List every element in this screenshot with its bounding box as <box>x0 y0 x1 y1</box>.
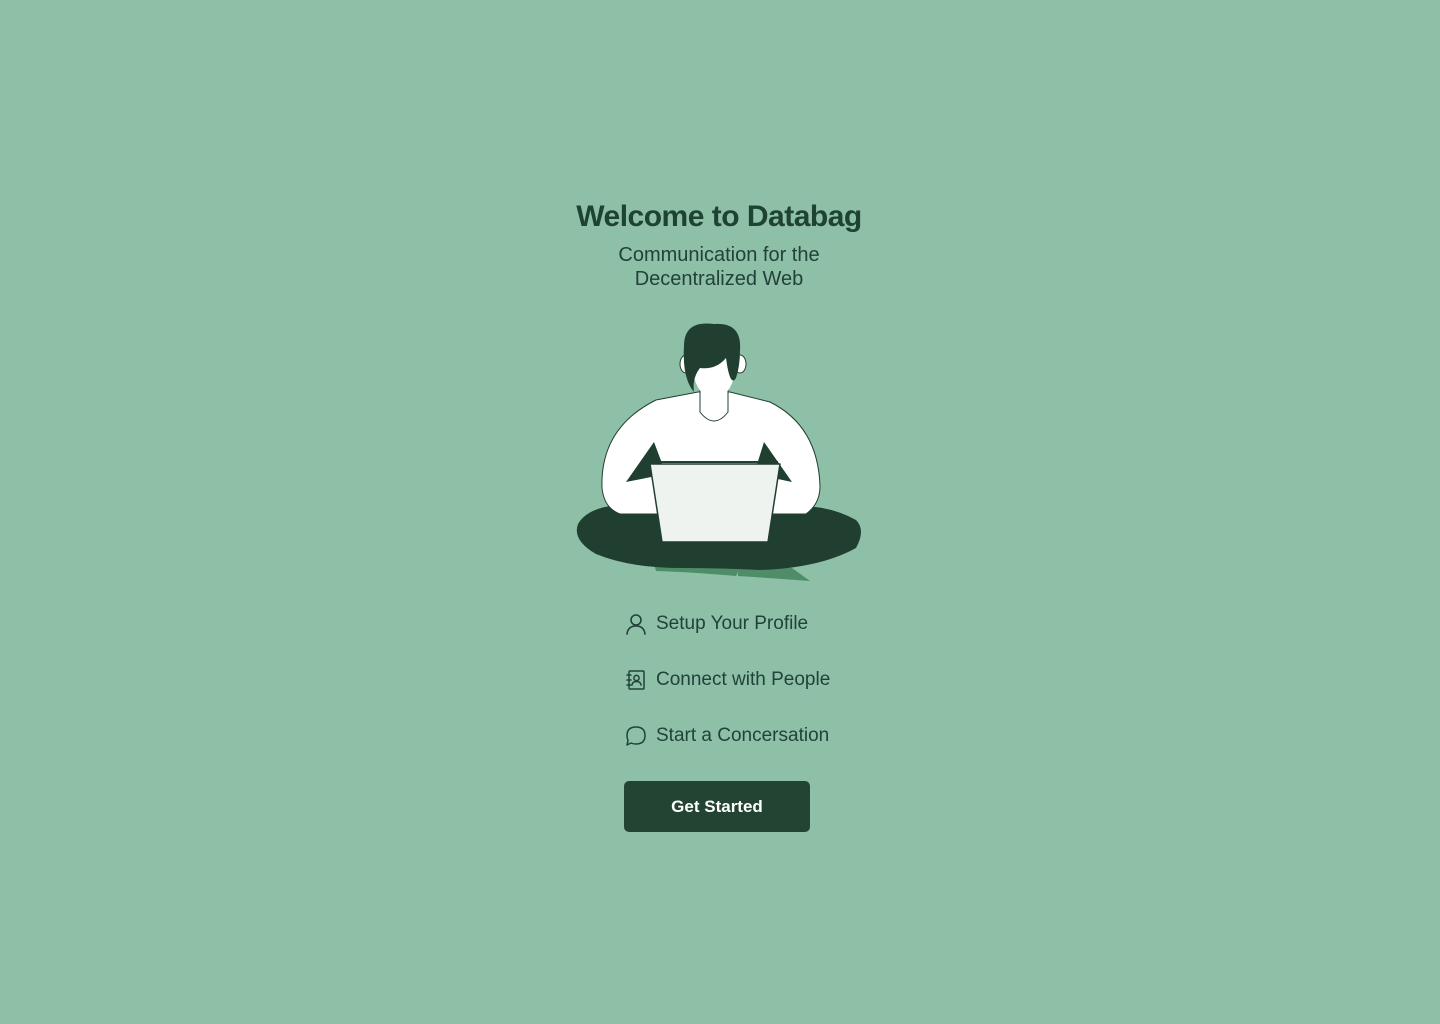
feature-list: Setup Your Profile Connect with People S… <box>624 607 884 775</box>
feature-connect-people[interactable]: Connect with People <box>624 663 884 697</box>
subtitle-line-2: Decentralized Web <box>634 268 804 290</box>
page-subtitle: Communication for the Decentralized Web <box>0 243 1438 291</box>
get-started-button[interactable]: Get Started <box>624 781 810 832</box>
feature-setup-profile[interactable]: Setup Your Profile <box>624 607 884 641</box>
contact-book-icon <box>624 668 648 692</box>
chat-bubble-icon <box>624 724 648 748</box>
feature-label: Start a Concersation <box>656 725 830 746</box>
feature-label: Setup Your Profile <box>656 613 809 634</box>
page-title: Welcome to Databag <box>576 200 862 233</box>
welcome-screen: Welcome to Databag Communication for the… <box>0 0 1440 1024</box>
subtitle-line-1: Communication for the <box>618 244 820 266</box>
person-with-laptop-illustration <box>576 323 861 581</box>
user-icon <box>624 612 648 636</box>
feature-start-conversation[interactable]: Start a Concersation <box>624 719 884 753</box>
feature-label: Connect with People <box>656 669 831 690</box>
